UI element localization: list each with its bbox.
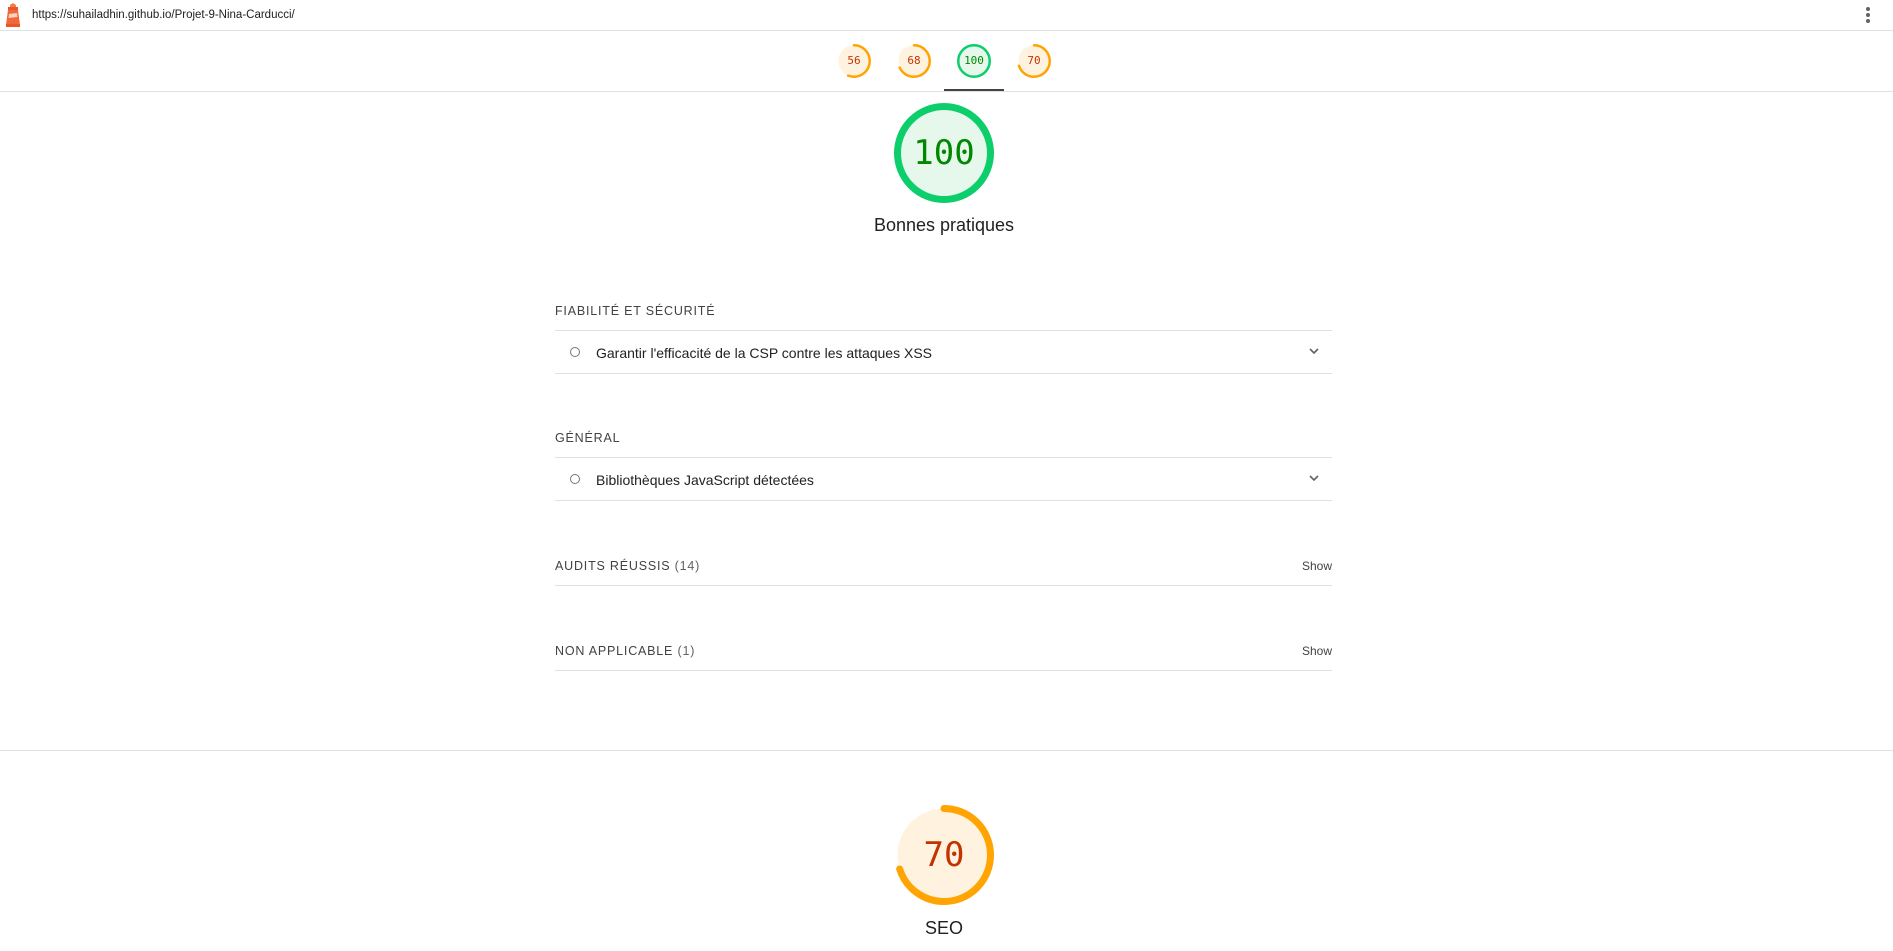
tab-best-practices-gauge[interactable]: 100 [957,44,991,78]
passed-audits-label: AUDITS RÉUSSIS [555,559,671,573]
divider [555,585,1332,586]
passed-audits-count: (14) [674,559,701,573]
chevron-down-icon [1309,475,1319,482]
group-header-general: GÉNÉRAL [555,431,621,445]
audit-label: Bibliothèques JavaScript détectées [596,472,814,488]
tab-seo-gauge[interactable]: 70 [1017,44,1051,78]
tab-score: 68 [907,54,921,67]
best-practices-score-gauge: 100 [894,103,994,203]
not-applicable-show-button[interactable]: Show [1302,644,1332,658]
divider [555,670,1332,671]
informative-circle-icon [570,474,580,484]
category-divider [0,750,1893,751]
report-topbar: https://suhailadhin.github.io/Projet-9-N… [0,0,1893,31]
chevron-down-icon [1309,348,1319,355]
best-practices-score: 100 [913,133,975,173]
tab-score: 100 [964,54,984,67]
tab-score: 56 [847,54,861,67]
audit-csp-xss[interactable]: Garantir l'efficacité de la CSP contre l… [555,331,1332,373]
divider [555,500,1332,501]
not-applicable-header[interactable]: NON APPLICABLE (1) [555,644,695,658]
not-applicable-count: (1) [677,644,696,658]
seo-score-gauge: 70 [894,805,994,905]
informative-circle-icon [570,347,580,357]
selected-tab-indicator [944,89,1004,91]
kebab-menu-icon[interactable] [1862,5,1874,25]
report-url: https://suhailadhin.github.io/Projet-9-N… [32,9,295,21]
seo-score: 70 [923,835,965,875]
audit-js-libraries[interactable]: Bibliothèques JavaScript détectées [555,458,1332,500]
audit-label: Garantir l'efficacité de la CSP contre l… [596,345,932,361]
seo-title: SEO [924,918,963,938]
category-tabs: 56 68 100 70 [0,31,1893,92]
tab-accessibility-gauge[interactable]: 68 [897,44,931,78]
divider [555,373,1332,374]
group-header-reliability-security: FIABILITÉ ET SÉCURITÉ [555,304,716,318]
tab-score: 70 [1027,54,1041,67]
not-applicable-label: NON APPLICABLE [555,644,674,658]
best-practices-title: Bonnes pratiques [873,215,1015,235]
tab-performance-gauge[interactable]: 56 [837,44,871,78]
passed-audits-show-button[interactable]: Show [1302,559,1332,573]
passed-audits-header[interactable]: AUDITS RÉUSSIS (14) [555,559,700,573]
lighthouse-logo-icon [6,3,20,27]
